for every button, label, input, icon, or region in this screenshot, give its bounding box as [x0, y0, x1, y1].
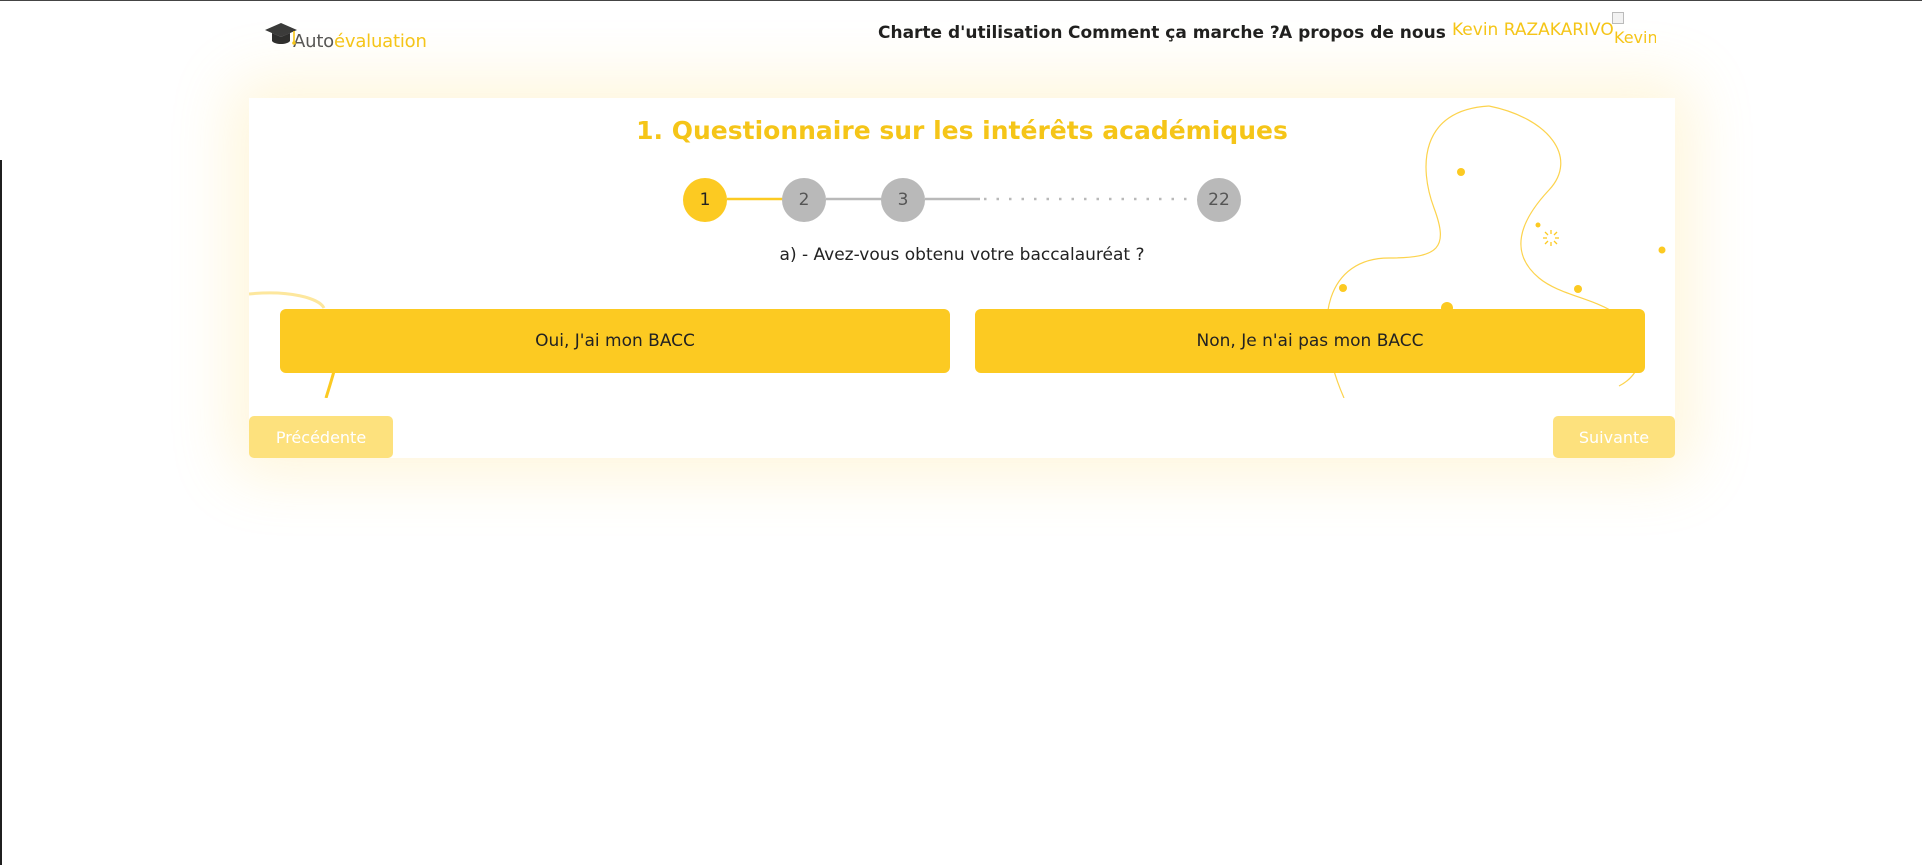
- logo[interactable]: Autoévaluation: [263, 14, 427, 54]
- avatar-alt-text: Kevin: [1614, 28, 1656, 47]
- questionnaire-title: 1. Questionnaire sur les intérêts académ…: [636, 116, 1288, 145]
- broken-image-icon: [1612, 12, 1624, 24]
- answer-no-button[interactable]: Non, Je n'ai pas mon BACC: [975, 309, 1645, 373]
- step-3[interactable]: 3: [881, 178, 925, 222]
- nav-item-apropos: A propos de nous: [1279, 20, 1446, 46]
- next-button[interactable]: Suivante: [1553, 416, 1675, 458]
- nav-link-charte[interactable]: Charte d'utilisation: [878, 23, 1062, 43]
- left-border: [0, 160, 2, 865]
- avatar[interactable]: Kevin: [1612, 12, 1656, 50]
- quiz-card: 1. Questionnaire sur les intérêts académ…: [249, 98, 1675, 398]
- nav-item-charte: Charte d'utilisation: [878, 20, 1062, 46]
- step-2[interactable]: 2: [782, 178, 826, 222]
- question-text: a) - Avez-vous obtenu votre baccalauréat…: [779, 245, 1145, 265]
- nav-link-comment[interactable]: Comment ça marche ?: [1068, 23, 1280, 43]
- answer-yes-button[interactable]: Oui, J'ai mon BACC: [280, 309, 950, 373]
- graduation-cap-icon: [265, 23, 297, 45]
- sparkle-icon: [1543, 230, 1559, 246]
- nav-link-apropos[interactable]: A propos de nous: [1279, 23, 1446, 43]
- step-last[interactable]: 22: [1197, 178, 1241, 222]
- previous-button[interactable]: Précédente: [249, 416, 393, 458]
- logo-text-part2: évaluation: [334, 31, 427, 52]
- site-header: Autoévaluation Charte d'utilisation Comm…: [0, 0, 1922, 70]
- logo-text-part1: Auto: [293, 31, 334, 52]
- nav-item-comment: Comment ça marche ?: [1068, 20, 1280, 46]
- step-1[interactable]: 1: [683, 178, 727, 222]
- user-name[interactable]: Kevin RAZAKARIVO: [1452, 20, 1614, 40]
- logo-text: Autoévaluation: [293, 33, 427, 54]
